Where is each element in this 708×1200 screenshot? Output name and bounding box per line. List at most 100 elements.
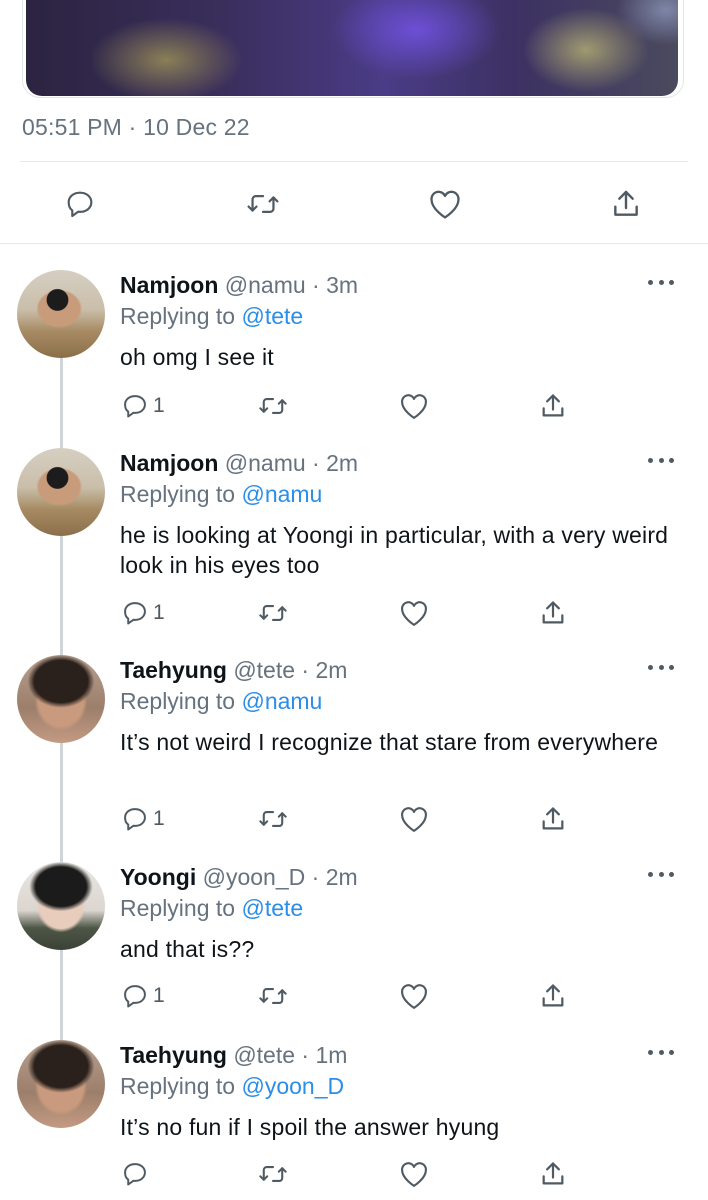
like-icon xyxy=(428,188,462,220)
mention-link[interactable]: @yoon_D xyxy=(241,1073,344,1099)
more-icon[interactable] xyxy=(648,661,674,673)
retweet-icon xyxy=(258,392,288,420)
retweet-button[interactable] xyxy=(243,184,283,224)
like-button[interactable] xyxy=(399,802,429,836)
retweet-icon xyxy=(258,805,288,833)
share-icon xyxy=(540,982,566,1010)
replying-to: Replying to @tete xyxy=(120,303,303,330)
reply-action-bar: 1 xyxy=(0,596,708,630)
like-icon xyxy=(399,1160,429,1188)
retweet-icon xyxy=(258,599,288,627)
mention-link[interactable]: @tete xyxy=(241,895,303,921)
replying-to: Replying to @namu xyxy=(120,688,322,715)
author-name[interactable]: Taehyung xyxy=(120,657,227,683)
reply-header: Taehyung @tete · 2m xyxy=(120,657,347,684)
reply-count: 1 xyxy=(153,394,165,417)
replying-prefix: Replying to xyxy=(120,303,236,329)
avatar[interactable] xyxy=(17,448,105,536)
avatar[interactable] xyxy=(17,1040,105,1128)
author-name[interactable]: Yoongi xyxy=(120,864,196,890)
like-button[interactable] xyxy=(399,979,429,1013)
author-meta: @yoon_D · 2m xyxy=(202,864,358,890)
share-icon xyxy=(540,1160,566,1188)
retweet-button[interactable] xyxy=(258,596,288,630)
reply-count: 1 xyxy=(153,984,165,1007)
replying-to: Replying to @namu xyxy=(120,481,322,508)
replying-to: Replying to @tete xyxy=(120,895,303,922)
reply-icon xyxy=(121,805,149,833)
replying-prefix: Replying to xyxy=(120,481,236,507)
reply-text: he is looking at Yoongi in particular, w… xyxy=(120,522,669,578)
reply-text: and that is?? xyxy=(120,936,255,962)
reply-button[interactable]: 1 xyxy=(121,389,165,423)
reply-action-bar: 1 xyxy=(0,802,708,836)
more-icon[interactable] xyxy=(648,454,674,466)
more-icon[interactable] xyxy=(648,868,674,880)
author-name[interactable]: Namjoon xyxy=(120,272,218,298)
avatar[interactable] xyxy=(17,655,105,743)
reply-button[interactable]: 1 xyxy=(121,979,165,1013)
retweet-button[interactable] xyxy=(258,802,288,836)
more-icon[interactable] xyxy=(648,276,674,288)
like-button[interactable] xyxy=(399,389,429,423)
retweet-icon xyxy=(258,1160,288,1188)
avatar[interactable] xyxy=(17,270,105,358)
like-button[interactable] xyxy=(399,1157,429,1191)
tweet-image[interactable] xyxy=(26,0,678,96)
replying-to: Replying to @yoon_D xyxy=(120,1073,344,1100)
reply-icon xyxy=(121,599,149,627)
reply-icon xyxy=(64,188,96,220)
like-icon xyxy=(399,982,429,1010)
reply-button[interactable] xyxy=(121,1157,153,1191)
reply-button[interactable] xyxy=(60,184,100,224)
reply-count: 1 xyxy=(153,807,165,830)
reply-text: It’s not weird I recognize that stare fr… xyxy=(120,729,659,755)
author-meta: @tete · 2m xyxy=(233,657,348,683)
avatar[interactable] xyxy=(17,862,105,950)
reply-icon xyxy=(121,1160,149,1188)
divider xyxy=(0,243,708,244)
retweet-icon xyxy=(258,982,288,1010)
author-name[interactable]: Taehyung xyxy=(120,1042,227,1068)
reply-action-bar: 1 xyxy=(0,389,708,423)
share-icon xyxy=(540,805,566,833)
share-icon xyxy=(540,599,566,627)
share-button[interactable] xyxy=(540,596,566,630)
share-icon xyxy=(611,188,641,220)
retweet-button[interactable] xyxy=(258,979,288,1013)
mention-link[interactable]: @namu xyxy=(241,688,322,714)
share-button[interactable] xyxy=(540,1157,566,1191)
mention-link[interactable]: @tete xyxy=(241,303,303,329)
more-icon[interactable] xyxy=(648,1046,674,1058)
reply-button[interactable]: 1 xyxy=(121,802,165,836)
like-button[interactable] xyxy=(425,184,465,224)
tweet-media-card[interactable] xyxy=(0,0,708,100)
reply-header: Namjoon @namu · 3m xyxy=(120,272,358,299)
replying-prefix: Replying to xyxy=(120,895,236,921)
author-meta: @namu · 3m xyxy=(224,272,359,298)
reply-header: Taehyung @tete · 1m xyxy=(120,1042,347,1069)
reply-action-bar: 1 xyxy=(0,979,708,1013)
tweet-timestamp: 05:51 PM · 10 Dec 22 xyxy=(22,114,250,140)
reply-text: oh omg I see it xyxy=(120,344,274,370)
reply-text: It’s no fun if I spoil the answer hyung xyxy=(120,1114,500,1140)
replying-prefix: Replying to xyxy=(120,1073,236,1099)
reply-action-bar xyxy=(0,1157,708,1191)
retweet-button[interactable] xyxy=(258,1157,288,1191)
reply-button[interactable]: 1 xyxy=(121,596,165,630)
share-button[interactable] xyxy=(540,389,566,423)
retweet-icon xyxy=(246,188,280,220)
reply-count: 1 xyxy=(153,601,165,624)
share-button[interactable] xyxy=(540,979,566,1013)
author-name[interactable]: Namjoon xyxy=(120,450,218,476)
replying-prefix: Replying to xyxy=(120,688,236,714)
like-icon xyxy=(399,392,429,420)
share-button[interactable] xyxy=(606,184,646,224)
like-button[interactable] xyxy=(399,596,429,630)
share-button[interactable] xyxy=(540,802,566,836)
mention-link[interactable]: @namu xyxy=(241,481,322,507)
retweet-button[interactable] xyxy=(258,389,288,423)
tweet-action-bar xyxy=(0,176,708,232)
reply-icon xyxy=(121,392,149,420)
share-icon xyxy=(540,392,566,420)
